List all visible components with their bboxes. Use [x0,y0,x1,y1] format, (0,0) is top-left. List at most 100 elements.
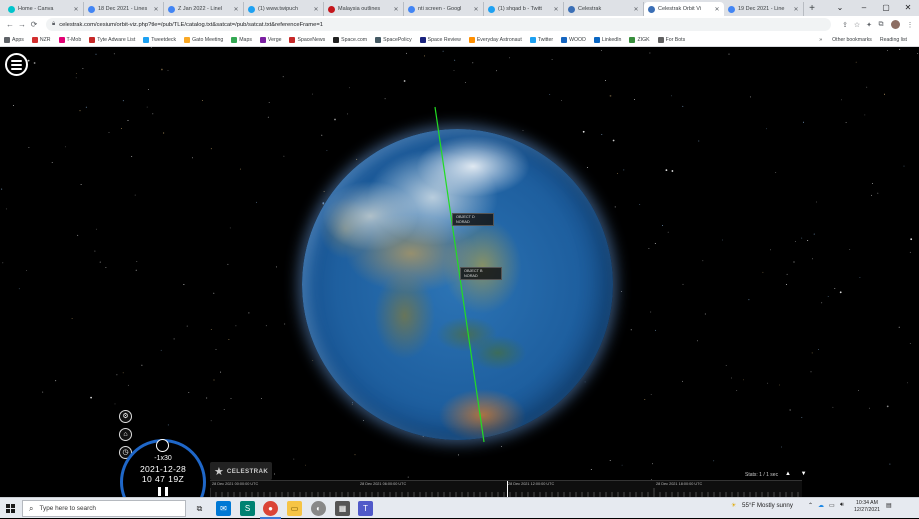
bookmark-item[interactable]: SpacePolicy [375,37,412,43]
logo-text: CELESTRAK [227,468,268,475]
bookmark-item[interactable]: Maps [231,37,252,43]
menu-bar-icon [11,68,22,70]
bookmark-item[interactable]: Verge [260,37,282,43]
minimize-button[interactable]: – [852,0,876,16]
browser-tab[interactable]: (1) shqad b - Twitt✕ [484,2,564,16]
maximize-button[interactable]: ▢ [874,0,898,16]
app-icon[interactable]: ◐ [311,501,326,516]
task-view-icon[interactable]: ⧉ [192,501,207,516]
bookmark-item[interactable]: Tyte Adware List [89,37,135,43]
onedrive-icon[interactable]: ☁ [818,502,824,509]
browser-tab[interactable]: 19 Dec 2021 - Line✕ [724,2,804,16]
bookmark-item[interactable]: Apps [4,37,24,43]
lock-icon: 🔒︎ [52,21,55,28]
close-window-button[interactable]: ✕ [896,0,919,16]
extension-icon[interactable]: ✦ [863,21,875,29]
system-clock[interactable]: 10:34 AM 12/27/2021 [852,500,882,514]
timeline-cursor[interactable] [507,481,508,497]
sway-icon[interactable]: S [240,501,255,516]
browser-tab[interactable]: Celestrak✕ [564,2,644,16]
back-button[interactable]: ← [4,20,16,29]
chrome-icon[interactable]: ● [263,501,278,516]
bookmark-item[interactable]: LinkedIn [594,37,622,43]
tab-search-chevron-icon[interactable]: ⌄ [828,0,852,16]
bookmark-item[interactable]: Gato Meeting [184,37,223,43]
reload-button[interactable]: ⟳ [28,20,40,29]
timeline[interactable]: 28 Dec 2021 00:00:00 UTC 28 Dec 2021 06:… [210,480,802,497]
bookmarks-bar: Apps NZR T-Mob Tyte Adware List Tweetdeck Gat… [0,33,919,47]
satellite-label-1[interactable]: OBJECT D NORAD [452,213,494,226]
profile-avatar[interactable] [891,20,900,29]
bookmark-favicon-icon [658,37,664,43]
bookmark-folder[interactable]: Reading list [880,37,907,43]
satellite-label-2[interactable]: OBJECT B NORAD [460,267,502,280]
tab-close-icon[interactable]: ✕ [633,6,639,13]
tab-close-icon[interactable]: ✕ [233,6,239,13]
bookmark-folder[interactable]: Other bookmarks [832,37,872,43]
tab-close-icon[interactable]: ✕ [714,6,720,13]
browser-tab[interactable]: nti screen - Googl✕ [404,2,484,16]
browser-tab[interactable]: Celestrak Orbit Vi✕ [644,2,724,16]
weather-text[interactable]: 55°F Mostly sunny [742,502,793,509]
file-explorer-icon[interactable]: ▭ [287,501,302,516]
bookmark-item[interactable]: NZR [32,37,51,43]
notifications-icon[interactable]: ▤ [886,502,892,509]
browser-menu-icon[interactable]: ⋮ [904,21,916,29]
pause-button[interactable] [158,487,168,496]
tab-close-icon[interactable]: ✕ [553,6,559,13]
bookmark-item[interactable]: Twitter [530,37,553,43]
bookmark-favicon-icon [469,37,475,43]
tab-close-icon[interactable]: ✕ [153,6,159,13]
tab-close-icon[interactable]: ✕ [793,6,799,13]
tab-close-icon[interactable]: ✕ [473,6,479,13]
calculator-icon[interactable]: ▦ [335,501,350,516]
show-hidden-icons[interactable]: ⌃ [808,502,813,509]
tab-favicon-icon [8,6,15,13]
animation-speed: -1x30 [148,455,178,462]
bookmarks-overflow-button[interactable]: » [819,37,822,43]
bookmark-item[interactable]: WOOD [561,37,586,43]
windows-start-icon[interactable] [6,504,15,513]
tab-close-icon[interactable]: ✕ [313,6,319,13]
bookmark-star-icon[interactable]: ☆ [851,21,863,29]
browser-tab[interactable]: Home - Canva✕ [4,2,84,16]
bookmark-favicon-icon [32,37,38,43]
tab-close-icon[interactable]: ✕ [393,6,399,13]
share-icon[interactable]: ⇪ [839,21,851,29]
bookmark-item[interactable]: For Bots [658,37,686,43]
speed-knob[interactable] [156,439,169,452]
browser-tab[interactable]: Z Jan 2022 - Linel✕ [164,2,244,16]
browser-tab[interactable]: Malaysia outlines✕ [324,2,404,16]
orbit-viewer[interactable]: OBJECT D NORAD OBJECT B NORAD ⚙ ⌂ ◷ -1x3… [0,47,919,497]
taskbar-search-input[interactable]: ⌕ Type here to search [22,500,186,517]
bookmark-item[interactable]: Tweetdeck [143,37,176,43]
browser-tab[interactable]: (1) www.twipuch✕ [244,2,324,16]
bookmark-item[interactable]: Everyday Astronaut [469,37,522,43]
extensions-puzzle-icon[interactable]: ⧉ [875,21,887,29]
tab-title: Malaysia outlines [338,6,393,12]
bookmark-item[interactable]: ZIGK [629,37,649,43]
bookmark-favicon-icon [143,37,149,43]
search-placeholder: Type here to search [39,505,95,512]
celestrak-logo: ★ CELESTRAK [210,462,272,480]
url-input[interactable]: 🔒︎ celestrak.com/cesium/orbit-viz.php?tl… [46,18,831,31]
bookmark-item[interactable]: Space Review [420,37,461,43]
volume-icon[interactable]: 🔊︎ [840,502,844,509]
hamburger-menu-button[interactable] [5,53,28,76]
bookmark-item[interactable]: SpaceNews [289,37,325,43]
bookmark-item[interactable]: T-Mob [59,37,82,43]
stats-toggle-arrows[interactable]: ▲ ▼ [785,471,811,477]
home-icon[interactable]: ⌂ [119,428,132,441]
tab-title: Celestrak [578,6,633,12]
satellite-icon[interactable]: ⚙ [119,410,132,423]
browser-tab[interactable]: 18 Dec 2021 - Lines✕ [84,2,164,16]
bookmark-label: ZIGK [637,37,649,43]
bookmark-item[interactable]: Space.com [333,37,367,43]
network-icon[interactable]: ▭ [829,502,835,509]
teams-icon[interactable]: T [358,501,373,516]
new-tab-button[interactable]: + [804,2,820,16]
bookmark-label: Space Review [428,37,461,43]
outlook-icon[interactable]: ✉ [216,501,231,516]
tab-close-icon[interactable]: ✕ [73,6,79,13]
forward-button[interactable]: → [16,20,28,29]
